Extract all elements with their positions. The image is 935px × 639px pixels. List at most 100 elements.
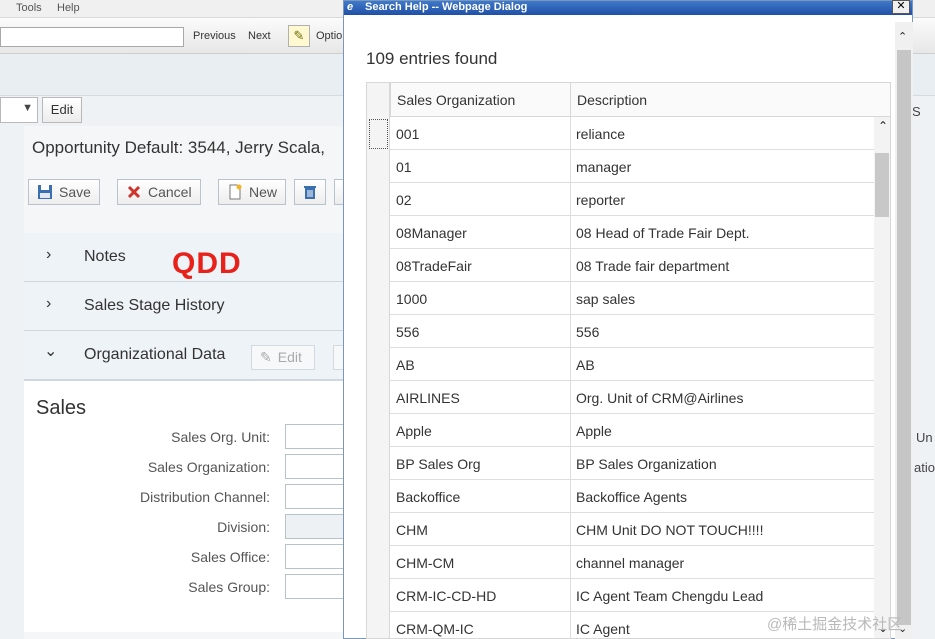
column-divider <box>570 612 571 638</box>
dialog-scrollbar[interactable]: ⌃ ⌄ <box>895 22 913 639</box>
right-edge-text-ation: ation <box>914 460 935 475</box>
cell-sales-organization[interactable]: 08TradeFair <box>396 258 472 274</box>
cell-description[interactable]: Backoffice Agents <box>576 489 687 505</box>
cell-sales-organization[interactable]: 556 <box>396 324 419 340</box>
input-distribution-channel[interactable] <box>285 484 345 509</box>
cell-description[interactable]: IC Agent Team Chengdu Lead <box>576 588 763 604</box>
table-header: Sales Organization Description <box>367 83 890 117</box>
scroll-up-icon[interactable]: ⌃ <box>878 119 888 133</box>
dropdown-select[interactable]: ▼ <box>0 97 38 123</box>
cell-description[interactable]: 08 Trade fair department <box>576 258 729 274</box>
input-sales-group[interactable] <box>285 574 345 599</box>
section-sales-stage-history[interactable]: › Sales Stage History <box>24 282 344 331</box>
table-row[interactable]: 08TradeFair 08 Trade fair department <box>390 249 874 282</box>
cell-sales-organization[interactable]: 01 <box>396 159 412 175</box>
org-edit-button[interactable]: ✎ Edit <box>251 345 315 370</box>
table-row[interactable]: CHM-CM channel manager <box>390 546 874 579</box>
menu-tools[interactable]: Tools <box>16 2 42 14</box>
cancel-label: Cancel <box>148 184 192 200</box>
input-sales-office[interactable] <box>285 544 345 569</box>
save-button[interactable]: Save <box>28 179 100 205</box>
dialog-scroll-thumb[interactable] <box>897 50 911 625</box>
options-button[interactable]: Optio <box>316 30 342 42</box>
chevron-down-icon: ▼ <box>22 102 33 114</box>
cell-description[interactable]: IC Agent <box>576 621 630 637</box>
org-edit-label: Edit <box>277 349 302 365</box>
column-divider <box>570 216 571 249</box>
delete-button[interactable] <box>294 179 326 205</box>
cell-sales-organization[interactable]: Apple <box>396 423 432 439</box>
column-divider <box>570 249 571 282</box>
row-selector-column <box>367 83 390 638</box>
table-row[interactable]: CRM-IC-CD-HD IC Agent Team Chengdu Lead <box>390 579 874 612</box>
cell-description[interactable]: reporter <box>576 192 625 208</box>
column-divider <box>570 282 571 315</box>
table-scrollbar[interactable]: ⌃ ⌄ <box>874 117 890 638</box>
input-sales-org-unit[interactable] <box>285 424 345 449</box>
input-sales-organization[interactable] <box>285 454 345 479</box>
cell-description[interactable]: CHM Unit DO NOT TOUCH!!!! <box>576 522 763 538</box>
cell-sales-organization[interactable]: CRM-QM-IC <box>396 621 474 637</box>
page-title: Opportunity Default: 3544, Jerry Scala, <box>32 138 325 157</box>
table-row[interactable]: 02 reporter <box>390 183 874 216</box>
header-description[interactable]: Description <box>570 83 890 117</box>
table-row[interactable]: CHM CHM Unit DO NOT TOUCH!!!! <box>390 513 874 546</box>
input-division <box>285 514 345 539</box>
previous-button[interactable]: Previous <box>193 30 236 42</box>
cell-sales-organization[interactable]: AIRLINES <box>396 390 460 406</box>
table-row[interactable]: 001 reliance <box>390 117 874 150</box>
column-divider <box>570 513 571 546</box>
table-row[interactable]: AIRLINES Org. Unit of CRM@Airlines <box>390 381 874 414</box>
cell-description[interactable]: 556 <box>576 324 599 340</box>
edit-button-top[interactable]: Edit <box>42 97 82 123</box>
cell-sales-organization[interactable]: CHM <box>396 522 428 538</box>
chevron-right-icon: › <box>46 246 52 263</box>
pencil-icon[interactable]: ✎ <box>288 25 310 47</box>
cell-description[interactable]: Apple <box>576 423 612 439</box>
table-row[interactable]: AB AB <box>390 348 874 381</box>
table-row[interactable]: Backoffice Backoffice Agents <box>390 480 874 513</box>
table-row[interactable]: Apple Apple <box>390 414 874 447</box>
cell-description[interactable]: AB <box>576 357 595 373</box>
cell-sales-organization[interactable]: AB <box>396 357 415 373</box>
cell-sales-organization[interactable]: 08Manager <box>396 225 467 241</box>
column-divider <box>570 183 571 216</box>
cell-sales-organization[interactable]: BP Sales Org <box>396 456 481 472</box>
table-row[interactable]: 08Manager 08 Head of Trade Fair Dept. <box>390 216 874 249</box>
find-input[interactable] <box>0 27 184 47</box>
table-row[interactable]: BP Sales Org BP Sales Organization <box>390 447 874 480</box>
menu-help[interactable]: Help <box>57 2 80 14</box>
cell-description[interactable]: sap sales <box>576 291 635 307</box>
new-button[interactable]: New <box>218 179 286 205</box>
new-label: New <box>249 184 278 200</box>
cell-sales-organization[interactable]: 001 <box>396 126 419 142</box>
cell-sales-organization[interactable]: Backoffice <box>396 489 460 505</box>
cell-sales-organization[interactable]: 02 <box>396 192 412 208</box>
results-table: Sales Organization Description 001 relian… <box>366 82 891 639</box>
table-row[interactable]: 1000 sap sales <box>390 282 874 315</box>
cell-description[interactable]: channel manager <box>576 555 684 571</box>
cell-sales-organization[interactable]: CHM-CM <box>396 555 454 571</box>
new-document-icon <box>227 183 243 200</box>
table-row[interactable]: 01 manager <box>390 150 874 183</box>
scroll-up-icon[interactable]: ⌃ <box>898 30 907 43</box>
cell-sales-organization[interactable]: CRM-IC-CD-HD <box>396 588 496 604</box>
column-divider <box>570 447 571 480</box>
header-sales-organization[interactable]: Sales Organization <box>390 83 570 117</box>
table-scroll-thumb[interactable] <box>875 153 889 217</box>
cancel-button[interactable]: Cancel <box>117 179 201 205</box>
cell-description[interactable]: Org. Unit of CRM@Airlines <box>576 390 743 406</box>
entries-count: 109 entries found <box>366 49 498 68</box>
label-sales-office: Sales Office: <box>190 549 270 565</box>
cell-description[interactable]: reliance <box>576 126 625 142</box>
row-selector[interactable] <box>369 119 388 149</box>
close-button[interactable]: ✕ <box>892 0 910 14</box>
next-button[interactable]: Next <box>248 30 271 42</box>
cell-sales-organization[interactable]: 1000 <box>396 291 427 307</box>
cell-description[interactable]: 08 Head of Trade Fair Dept. <box>576 225 750 241</box>
cell-description[interactable]: manager <box>576 159 631 175</box>
table-row[interactable]: 556 556 <box>390 315 874 348</box>
save-icon <box>37 183 53 199</box>
cell-description[interactable]: BP Sales Organization <box>576 456 717 472</box>
dialog-titlebar[interactable]: e Search Help -- Webpage Dialog <box>344 1 912 15</box>
